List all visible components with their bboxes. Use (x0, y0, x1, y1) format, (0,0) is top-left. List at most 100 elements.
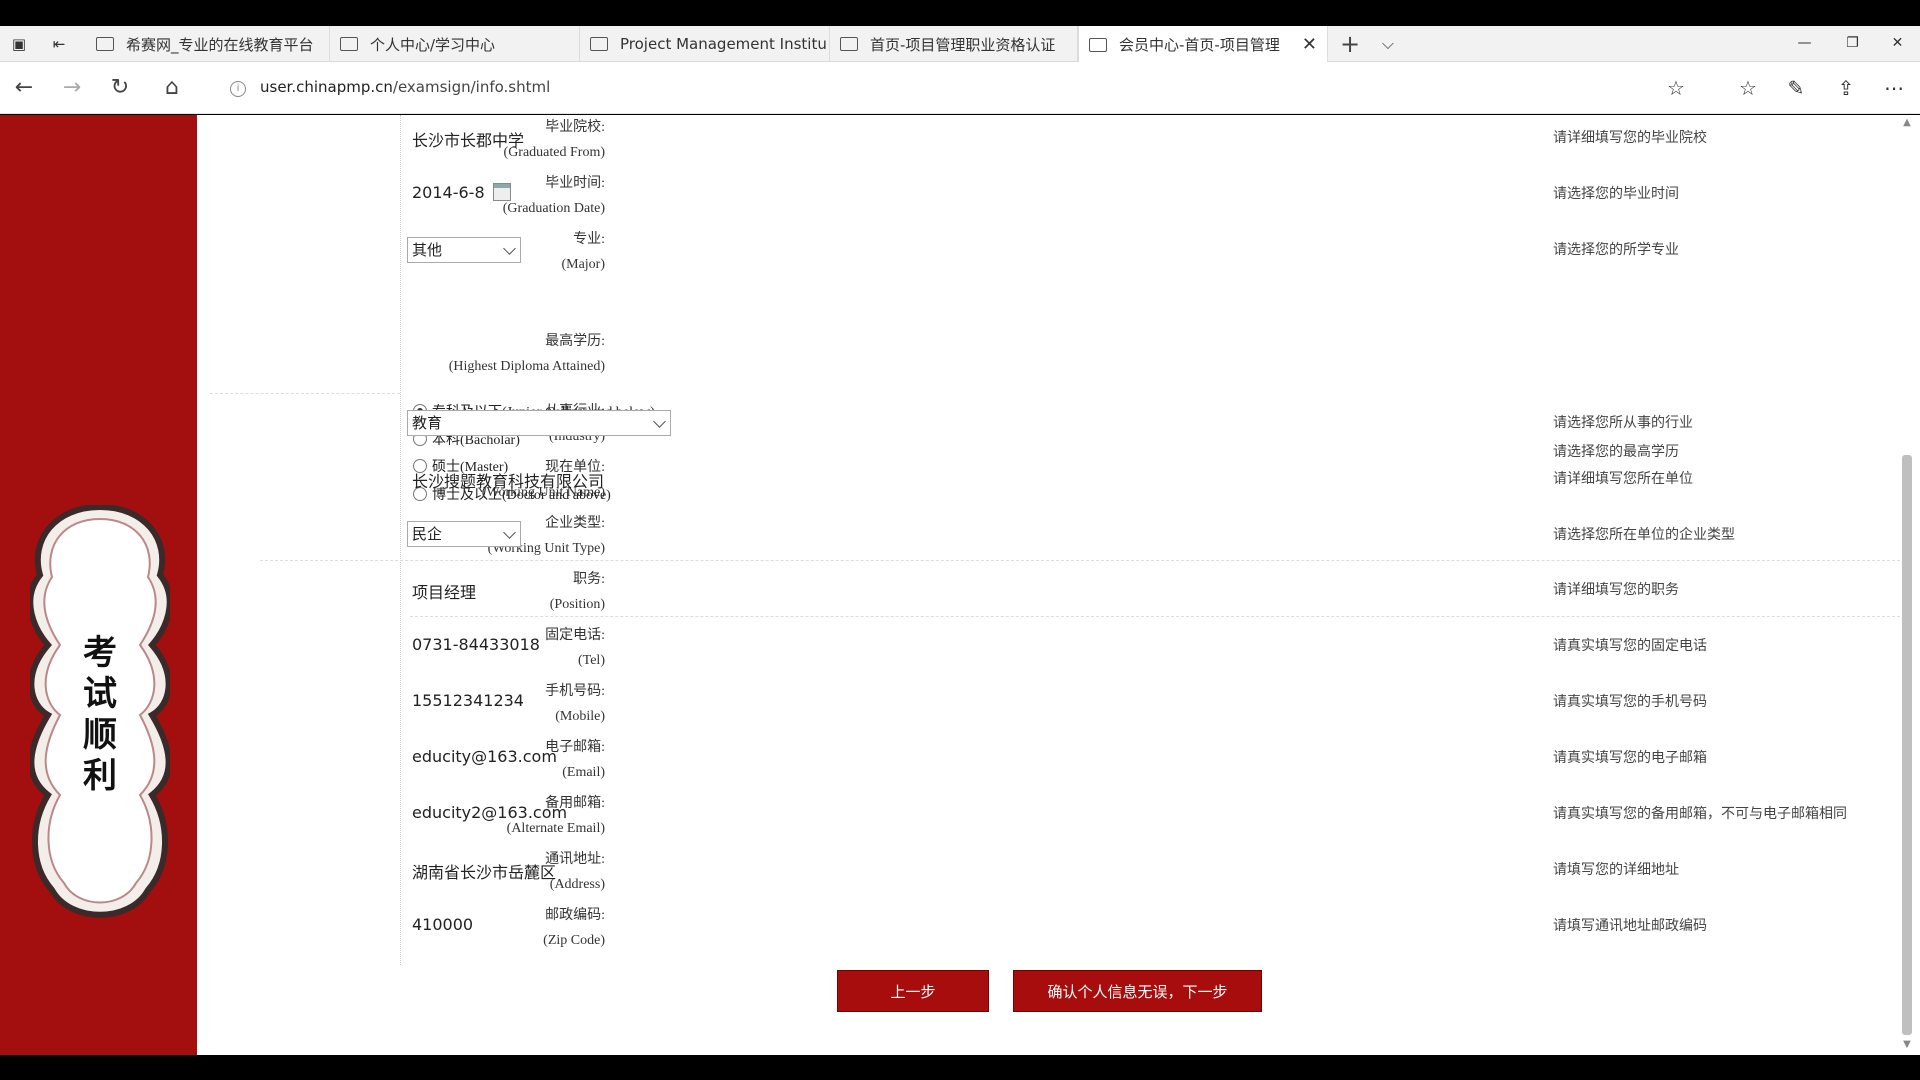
select-value: 其他 (412, 241, 443, 259)
home-icon[interactable]: ⌂ (156, 72, 188, 104)
set-aside-tabs-icon[interactable]: ⇤ (44, 26, 74, 62)
hint-email: 请真实填写您的电子邮箱 (1553, 750, 1707, 766)
label-cn: 手机号码: (545, 684, 605, 699)
major-select[interactable]: 其他 (407, 237, 521, 263)
zip-field[interactable]: 410000 (412, 915, 473, 934)
refresh-icon[interactable]: ↻ (104, 72, 136, 104)
mobile-field[interactable]: 15512341234 (412, 691, 524, 710)
tab-label: 首页-项目管理职业资格认证 (870, 35, 1056, 54)
row-divider (260, 560, 1900, 561)
new-tab-button[interactable]: + (1330, 26, 1370, 62)
hint-position: 请详细填写您的职务 (1553, 582, 1679, 598)
hint-grad-date: 请选择您的毕业时间 (1553, 186, 1679, 202)
label-cn: 专业: (573, 232, 605, 247)
chevron-down-icon (503, 242, 516, 255)
page-icon (1089, 37, 1107, 52)
url-path: /examsign/info.shtml (392, 78, 551, 96)
hint-school: 请详细填写您的毕业院校 (1553, 130, 1707, 146)
tab-personal-center[interactable]: 个人中心/学习中心 (330, 26, 580, 62)
restore-icon[interactable]: ❐ (1830, 26, 1875, 62)
label-major: 专业: (Major) (561, 227, 605, 277)
favorites-list-icon[interactable]: ☆ (1734, 74, 1762, 102)
badge-char: 顺 (83, 715, 117, 755)
email-field[interactable]: educity@163.com (412, 747, 557, 766)
calendar-icon[interactable] (493, 183, 511, 201)
page-content: 考 试 顺 利 毕业院校: (Graduated From) 长沙市长郡中学 请… (0, 115, 1920, 1055)
hint-diploma: 请选择您的最高学历 (1553, 444, 1679, 460)
minimize-icon[interactable]: — (1782, 26, 1827, 62)
alt-email-field[interactable]: educity2@163.com (412, 803, 567, 822)
label-cn: 毕业时间: (545, 176, 605, 191)
hint-tel: 请真实填写您的固定电话 (1553, 638, 1707, 654)
badge-char: 试 (83, 674, 117, 714)
tab-label: 个人中心/学习中心 (370, 35, 496, 54)
scroll-down-icon[interactable]: ▼ (1900, 1039, 1914, 1053)
label-zip: 邮政编码: (Zip Code) (543, 903, 605, 953)
favorite-star-icon[interactable]: ☆ (1662, 74, 1690, 102)
label-cn: 邮政编码: (545, 908, 605, 923)
hint-mobile: 请真实填写您的手机号码 (1553, 694, 1707, 710)
address-toolbar: ← → ↻ ⌂ i user.chinapmp.cn/examsign/info… (0, 62, 1920, 114)
select-value: 民企 (412, 525, 443, 543)
label-en: (Graduation Date) (502, 201, 605, 216)
sidebar: 考 试 顺 利 (0, 115, 197, 1055)
page-scrollbar[interactable]: ▲ ▼ (1900, 115, 1914, 1055)
row-divider (210, 393, 400, 394)
scroll-up-icon[interactable]: ▲ (1900, 117, 1914, 131)
page-icon (96, 37, 114, 51)
badge-char: 利 (83, 756, 117, 796)
select-value: 教育 (412, 414, 443, 432)
tab-xisai[interactable]: 希赛网_专业的在线教育平台 (86, 26, 330, 62)
close-tab-icon[interactable]: ✕ (1302, 34, 1317, 55)
more-menu-icon[interactable]: ⋯ (1880, 74, 1908, 102)
label-grad-date: 毕业时间: (Graduation Date) (503, 171, 605, 221)
label-cn: 最高学历: (545, 334, 605, 349)
pen-annotate-icon[interactable]: ✎ (1782, 74, 1810, 102)
scroll-thumb[interactable] (1902, 455, 1912, 1035)
position-field[interactable]: 项目经理 (412, 579, 476, 603)
tab-bar: ▣ ⇤ 希赛网_专业的在线教育平台 个人中心/学习中心 Project Mana… (0, 26, 1920, 63)
label-en: (Major) (561, 257, 605, 272)
label-en: (Tel) (577, 653, 605, 668)
back-arrow-icon[interactable]: ← (8, 72, 40, 104)
label-cn: 固定电话: (545, 628, 605, 643)
tel-field[interactable]: 0731-84433018 (412, 635, 540, 654)
close-window-icon[interactable]: ✕ (1875, 26, 1920, 62)
badge-char: 考 (83, 633, 117, 673)
label-divider (400, 115, 401, 965)
hint-major: 请选择您的所学专业 (1553, 242, 1679, 258)
address-input[interactable]: user.chinapmp.cn/examsign/info.shtml (260, 78, 550, 96)
tab-pm-cert-home[interactable]: 首页-项目管理职业资格认证 (830, 26, 1078, 62)
label-en: (Mobile) (555, 709, 605, 724)
hint-address: 请填写您的详细地址 (1553, 862, 1679, 878)
work-unit-field[interactable]: 长沙搜题教育科技有限公司 (412, 468, 604, 492)
forward-arrow-icon[interactable]: → (56, 72, 88, 104)
chevron-down-icon (503, 526, 516, 539)
label-diploma: 最高学历: (Highest Diploma Attained) (449, 329, 605, 379)
share-icon[interactable]: ⇪ (1832, 74, 1860, 102)
tab-actions-icon[interactable]: ▣ (4, 26, 34, 62)
address-field[interactable]: 湖南省长沙市岳麓区 (412, 859, 556, 883)
site-info-icon[interactable]: i (230, 81, 246, 97)
label-cn: 职务: (573, 572, 605, 587)
school-field[interactable]: 长沙市长郡中学 (412, 127, 524, 151)
url-host: user.chinapmp.cn (260, 78, 393, 96)
hint-alt-email: 请真实填写您的备用邮箱，不可与电子邮箱相同 (1553, 806, 1847, 822)
prev-step-button[interactable]: 上一步 (837, 970, 989, 1012)
label-position: 职务: (Position) (550, 567, 605, 617)
confirm-next-button[interactable]: 确认个人信息无误，下一步 (1013, 970, 1262, 1012)
tab-preview-chevron-icon[interactable]: ⌵ (1368, 26, 1408, 62)
label-en: (Position) (549, 597, 605, 612)
tab-pmi[interactable]: Project Management Institu (580, 26, 830, 62)
label-tel: 固定电话: (Tel) (545, 623, 605, 673)
hint-unit-type: 请选择您所在单位的企业类型 (1553, 527, 1735, 543)
tab-label: 希赛网_专业的在线教育平台 (126, 35, 314, 54)
industry-select[interactable]: 教育 (407, 410, 671, 436)
tab-label: 会员中心-首页-项目管理 (1119, 36, 1280, 54)
unit-type-select[interactable]: 民企 (407, 521, 521, 547)
tab-member-center[interactable]: 会员中心-首页-项目管理 ✕ (1078, 26, 1328, 63)
page-icon (840, 37, 858, 51)
page-icon (340, 37, 358, 51)
hint-industry: 请选择您所从事的行业 (1553, 415, 1693, 431)
grad-date-field[interactable]: 2014-6-8 (412, 183, 485, 202)
